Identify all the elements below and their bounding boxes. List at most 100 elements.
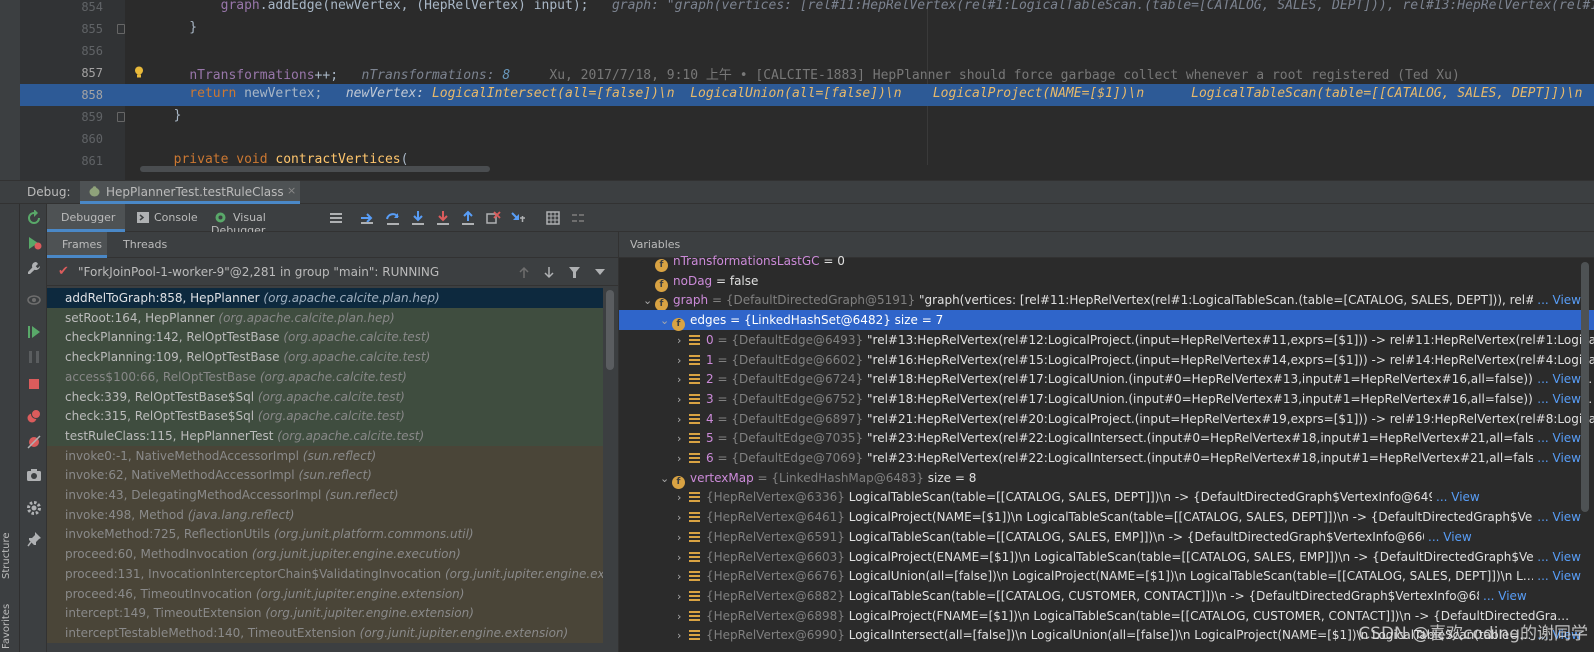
- mute-breakpoints-icon[interactable]: [26, 434, 42, 450]
- variable-row[interactable]: › {HepRelVertex@6591} LogicalTableScan(ta…: [619, 527, 1594, 547]
- chevron-right-icon[interactable]: ›: [677, 413, 689, 426]
- chevron-right-icon[interactable]: ›: [677, 432, 689, 445]
- view-link[interactable]: ... View: [1424, 529, 1472, 544]
- arrow-up-icon[interactable]: [518, 266, 530, 279]
- variable-row[interactable]: ⌄ f edges = {LinkedHashSet@6482} size = 7: [619, 310, 1594, 332]
- variable-row[interactable]: ⌄ f vertexMap = {LinkedHashMap@6483} size …: [619, 468, 1594, 489]
- stack-frame-row[interactable]: invoke0:-1, NativeMethodAccessorImpl (su…: [47, 445, 603, 466]
- tab-frames[interactable]: Frames: [47, 232, 107, 258]
- tab-visual-debugger[interactable]: Visual Debugger: [211, 204, 321, 237]
- fold-marker-icon[interactable]: [117, 24, 125, 34]
- stack-frame-row[interactable]: addRelToGraph:858, HepPlanner (org.apach…: [47, 288, 603, 308]
- chevron-right-icon[interactable]: ›: [677, 511, 689, 524]
- view-link[interactable]: ... View: [1533, 293, 1581, 308]
- tab-debugger[interactable]: Debugger: [47, 204, 125, 232]
- chevron-down-icon[interactable]: ⌄: [643, 294, 655, 307]
- variable-row[interactable]: › 2 = {DefaultEdge@6724} "rel#18:HepRelVe…: [619, 369, 1594, 389]
- arrow-down-icon[interactable]: [543, 266, 555, 279]
- code-editor[interactable]: 854 graph.addEdge(newVertex, (HepRelVert…: [0, 0, 1594, 180]
- layout-menu-icon[interactable]: [328, 210, 344, 226]
- favorites-side-tab[interactable]: Favorites: [1, 594, 19, 649]
- variable-row[interactable]: › {HepRelVertex@6676} LogicalUnion(all=[f…: [619, 566, 1594, 586]
- chevron-right-icon[interactable]: ›: [677, 373, 689, 386]
- variable-row[interactable]: f nTransformationsLastGC = 0: [619, 251, 1594, 272]
- view-link[interactable]: ... View: [1533, 431, 1581, 446]
- view-breakpoints-icon[interactable]: [26, 292, 42, 308]
- lightbulb-icon[interactable]: [134, 66, 144, 78]
- code-line[interactable]: 857 nTransformations++; nTransformations…: [20, 62, 1594, 84]
- code-line[interactable]: 859 }: [20, 106, 1594, 128]
- variable-row[interactable]: › {HepRelVertex@6603} LogicalProject(ENAM…: [619, 547, 1594, 567]
- gear-icon[interactable]: [26, 500, 42, 516]
- line-number[interactable]: 860: [50, 132, 103, 146]
- stack-frame-row[interactable]: invoke:43, DelegatingMethodAccessorImpl …: [47, 485, 603, 505]
- variable-row[interactable]: › 1 = {DefaultEdge@6602} "rel#16:HepRelVe…: [619, 350, 1594, 370]
- chevron-right-icon[interactable]: ›: [677, 531, 689, 544]
- stack-frame-row[interactable]: check:315, RelOptTestBase$Sql (org.apach…: [47, 406, 603, 427]
- chevron-right-icon[interactable]: ›: [677, 334, 689, 347]
- stack-frame-row[interactable]: testRuleClass:115, HepPlannerTest (org.a…: [47, 425, 603, 446]
- stack-frame-row[interactable]: proceed:60, MethodInvocation (org.junit.…: [47, 544, 603, 565]
- editor-horizontal-scrollbar[interactable]: [140, 166, 490, 172]
- view-link[interactable]: ... View: [1432, 490, 1480, 505]
- step-out-icon[interactable]: [460, 210, 476, 226]
- variable-row[interactable]: f noDag = false: [619, 271, 1594, 292]
- structure-side-tab[interactable]: Structure: [1, 509, 19, 579]
- line-number[interactable]: 854: [50, 0, 103, 14]
- line-number[interactable]: 857: [50, 66, 103, 80]
- stack-frame-row[interactable]: access$100:66, RelOptTestBase (org.apach…: [47, 366, 603, 387]
- view-link[interactable]: ... View: [1533, 372, 1581, 387]
- show-execution-point-icon[interactable]: [359, 210, 375, 226]
- stack-frame-row[interactable]: intercept:149, TimeoutExtension (org.jun…: [47, 603, 603, 624]
- stack-frame-row[interactable]: checkPlanning:109, RelOptTestBase (org.a…: [47, 347, 603, 368]
- evaluate-expression-icon[interactable]: [545, 210, 561, 226]
- variable-row[interactable]: › {HepRelVertex@6461} LogicalProject(NAME…: [619, 507, 1594, 527]
- fold-marker-icon[interactable]: [117, 112, 125, 122]
- stack-frame-row[interactable]: interceptTestableMethod:140, TimeoutExte…: [47, 622, 603, 643]
- force-step-into-icon[interactable]: [435, 210, 451, 226]
- chevron-down-icon[interactable]: [595, 269, 605, 276]
- chevron-right-icon[interactable]: ›: [677, 491, 689, 504]
- chevron-right-icon[interactable]: ›: [677, 610, 689, 623]
- variable-row[interactable]: › 6 = {DefaultEdge@7069} "rel#23:HepRelVe…: [619, 448, 1594, 468]
- chevron-down-icon[interactable]: ⌄: [660, 472, 672, 485]
- view-link[interactable]: ... View: [1479, 588, 1527, 603]
- line-number[interactable]: 859: [50, 110, 103, 124]
- view-link[interactable]: ... View: [1533, 510, 1581, 525]
- stack-frame-row[interactable]: invoke:62, NativeMethodAccessorImpl (sun…: [47, 465, 603, 486]
- chevron-right-icon[interactable]: ›: [677, 629, 689, 642]
- variable-row[interactable]: › 0 = {DefaultEdge@6493} "rel#13:HepRelVe…: [619, 330, 1594, 350]
- resume-icon[interactable]: [26, 324, 42, 340]
- view-link[interactable]: ... View: [1533, 549, 1581, 564]
- stack-frame-row[interactable]: invoke:498, Method (java.lang.reflect): [47, 504, 603, 525]
- frames-scrollbar[interactable]: [606, 290, 614, 370]
- chevron-right-icon[interactable]: ›: [677, 551, 689, 564]
- code-line[interactable]: 860: [20, 128, 1594, 150]
- variable-row[interactable]: › 4 = {DefaultEdge@6897} "rel#21:HepRelVe…: [619, 409, 1594, 429]
- filter-icon[interactable]: [568, 266, 581, 279]
- variable-row[interactable]: › 5 = {DefaultEdge@7035} "rel#23:HepRelVe…: [619, 428, 1594, 448]
- code-line[interactable]: 856: [20, 40, 1594, 62]
- view-link[interactable]: ... View: [1533, 451, 1581, 465]
- trace-current-stream-icon[interactable]: [570, 210, 586, 226]
- code-line[interactable]: 854 graph.addEdge(newVertex, (HepRelVert…: [20, 0, 1594, 18]
- stack-frame-row[interactable]: checkPlanning:142, RelOptTestBase (org.a…: [47, 327, 603, 348]
- chevron-down-icon[interactable]: ⌄: [660, 314, 672, 327]
- view-link[interactable]: ... View: [1533, 391, 1581, 406]
- step-over-icon[interactable]: [385, 210, 401, 226]
- code-line[interactable]: 855 }: [20, 18, 1594, 40]
- variable-row[interactable]: › 3 = {DefaultEdge@6752} "rel#18:HepRelVe…: [619, 389, 1594, 409]
- code-line[interactable]: 858 return newVertex; newVertex: Logical…: [20, 84, 1594, 106]
- line-number[interactable]: 861: [50, 154, 103, 168]
- stack-frame-row[interactable]: setRoot:164, HepPlanner (org.apache.calc…: [47, 307, 603, 328]
- stack-frame-row[interactable]: invokeMethod:725, ReflectionUtils (org.j…: [47, 524, 603, 545]
- stack-frame-row[interactable]: proceed:131, InvocationInterceptorChain$…: [47, 563, 603, 584]
- line-number[interactable]: 855: [50, 22, 103, 36]
- variables-scrollbar[interactable]: [1581, 262, 1589, 512]
- camera-icon[interactable]: [26, 467, 42, 483]
- rerun-failed-icon[interactable]: [26, 235, 42, 251]
- chevron-right-icon[interactable]: ›: [677, 570, 689, 583]
- chevron-right-icon[interactable]: ›: [677, 354, 689, 367]
- chevron-right-icon[interactable]: ›: [677, 393, 689, 406]
- pause-icon[interactable]: [26, 349, 42, 365]
